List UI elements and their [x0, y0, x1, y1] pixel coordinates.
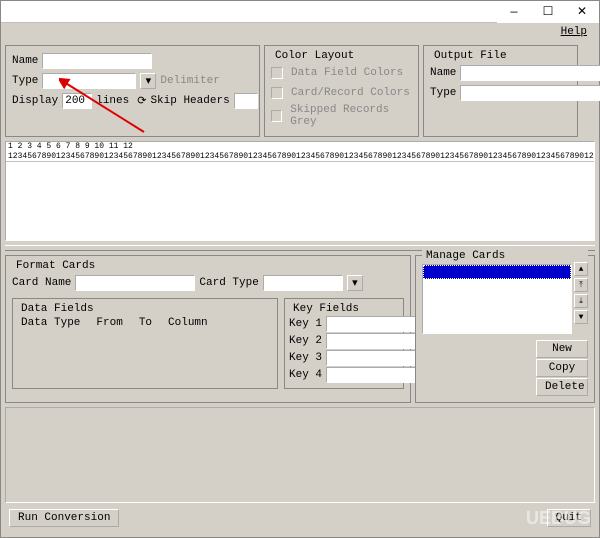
- preview-area: 1 2 3 4 5 6 7 8 9 10 11 12 1234567890123…: [5, 141, 595, 241]
- output-area: [5, 407, 595, 503]
- manage-list-selected-item[interactable]: [423, 265, 571, 279]
- output-type-label: Type: [430, 87, 456, 99]
- key1-label: Key 1: [289, 318, 322, 330]
- manage-cards-panel: Manage Cards ▲ ⤒ ⤓ ▼ New Copy Delete: [415, 255, 595, 403]
- menubar: Help: [1, 23, 599, 41]
- output-name-input[interactable]: [460, 65, 600, 81]
- format-cards-legend: Format Cards: [12, 260, 99, 272]
- ruler-bottom: 1234567890123456789012345678901234567890…: [8, 152, 594, 162]
- key2-label: Key 2: [289, 335, 322, 347]
- move-top-icon[interactable]: ⤒: [574, 278, 588, 292]
- copy-button[interactable]: Copy: [536, 359, 588, 377]
- card-type-dropdown-icon[interactable]: ▾: [347, 275, 363, 291]
- move-down-icon[interactable]: ▼: [574, 310, 588, 324]
- key-fields-legend: Key Fields: [289, 303, 363, 315]
- card-name-label: Card Name: [12, 277, 71, 289]
- titlebar: — ☐ ✕: [1, 1, 599, 23]
- skip-headers-input[interactable]: [234, 93, 258, 109]
- quit-button[interactable]: Quit: [547, 509, 591, 527]
- color-layout-panel: Color Layout Data Field Colors Card/Reco…: [264, 45, 419, 137]
- maximize-button[interactable]: ☐: [531, 1, 565, 23]
- type-input[interactable]: [42, 73, 136, 89]
- skipped-records-grey-checkbox[interactable]: [271, 110, 282, 122]
- minimize-button[interactable]: —: [497, 1, 531, 23]
- data-field-colors-checkbox[interactable]: [271, 67, 283, 79]
- name-label: Name: [12, 55, 38, 67]
- ruler-top: 1 2 3 4 5 6 7 8 9 10 11 12: [8, 142, 594, 152]
- from-header: From: [96, 317, 122, 329]
- manage-list[interactable]: [422, 264, 572, 334]
- type-dropdown-icon[interactable]: ▾: [140, 73, 156, 89]
- key-fields-panel: Key Fields Key 1 Key 2 Key 3: [284, 298, 404, 389]
- refresh-icon[interactable]: ⟳: [137, 94, 146, 108]
- card-type-label: Card Type: [199, 277, 258, 289]
- close-button[interactable]: ✕: [565, 1, 599, 23]
- display-input[interactable]: [62, 93, 92, 109]
- lines-label: lines: [96, 95, 129, 107]
- new-button[interactable]: New: [536, 340, 588, 358]
- output-file-panel: Output File Name Type ▾: [423, 45, 578, 137]
- name-input[interactable]: [42, 53, 152, 69]
- data-fields-panel: Data Fields Data Type From To Column: [12, 298, 278, 389]
- column-header: Column: [168, 317, 208, 329]
- format-cards-panel: Format Cards Card Name Card Type ▾ Data …: [5, 255, 411, 403]
- move-bottom-icon[interactable]: ⤓: [574, 294, 588, 308]
- output-name-label: Name: [430, 67, 456, 79]
- card-type-input[interactable]: [263, 275, 343, 291]
- help-menu[interactable]: Help: [555, 26, 593, 38]
- skipped-records-grey-label: Skipped Records Grey: [290, 104, 412, 128]
- card-name-input[interactable]: [75, 275, 195, 291]
- output-type-input[interactable]: [460, 85, 600, 101]
- key3-label: Key 3: [289, 352, 322, 364]
- card-record-colors-checkbox[interactable]: [271, 87, 283, 99]
- key4-label: Key 4: [289, 369, 322, 381]
- output-file-legend: Output File: [430, 50, 511, 62]
- data-field-colors-label: Data Field Colors: [291, 67, 403, 79]
- data-type-header: Data Type: [21, 317, 80, 329]
- data-fields-legend: Data Fields: [17, 303, 98, 315]
- manage-cards-legend: Manage Cards: [422, 250, 588, 262]
- delimiter-label: Delimiter: [160, 75, 219, 87]
- delete-button[interactable]: Delete: [536, 378, 588, 396]
- source-panel: Name Type ▾ Delimiter Display lines ⟳ Sk…: [5, 45, 260, 137]
- ruler: 1 2 3 4 5 6 7 8 9 10 11 12 1234567890123…: [6, 142, 594, 162]
- to-header: To: [139, 317, 152, 329]
- skip-headers-label: Skip Headers: [150, 95, 229, 107]
- move-up-icon[interactable]: ▲: [574, 262, 588, 276]
- color-layout-legend: Color Layout: [271, 50, 358, 62]
- display-label: Display: [12, 95, 58, 107]
- type-label: Type: [12, 75, 38, 87]
- card-record-colors-label: Card/Record Colors: [291, 87, 410, 99]
- run-conversion-button[interactable]: Run Conversion: [9, 509, 119, 527]
